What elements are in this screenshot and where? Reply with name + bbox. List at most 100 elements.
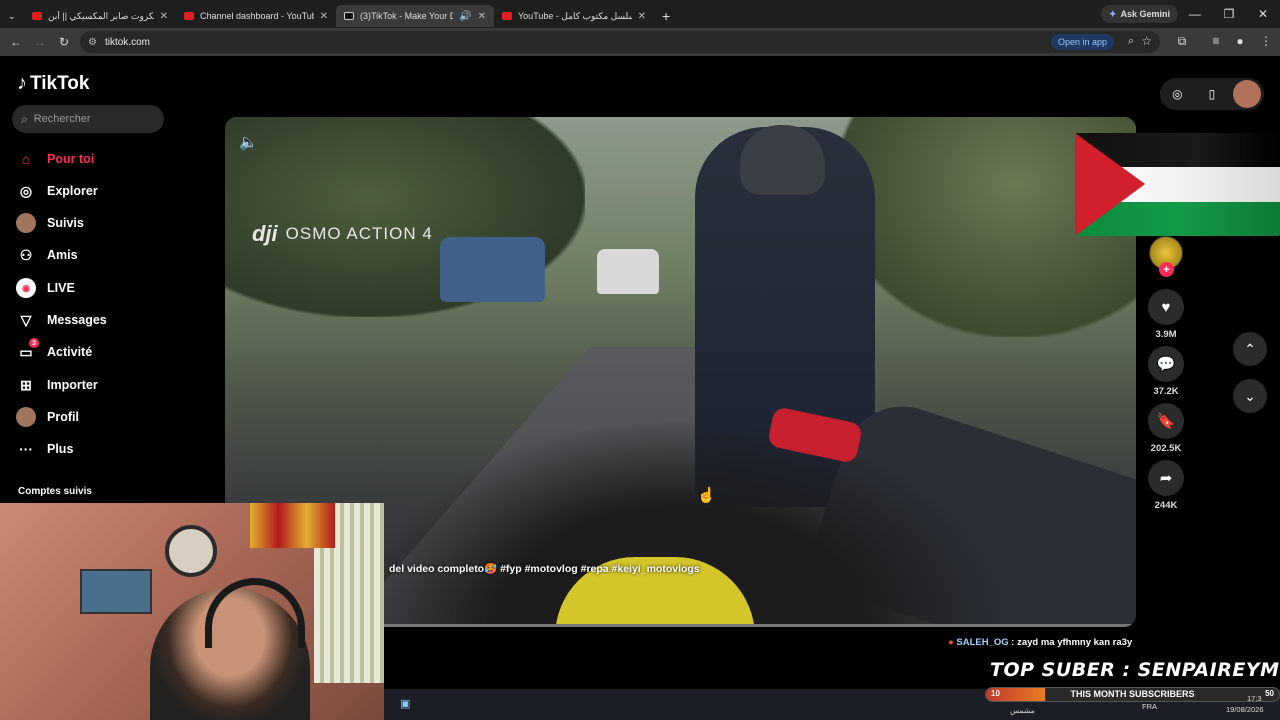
chat-message: ● SALEH_OG : zayd ma yfhmny kan ra3y [948, 637, 1132, 648]
top-right-actions: ◎ ▯ [1160, 78, 1264, 110]
browser-toolbar: ← → ↻ ⚙ tiktok.com Open in app ⌕ ☆ ⧉ ≡ ●… [0, 28, 1280, 56]
open-in-app-button[interactable]: Open in app [1050, 34, 1114, 50]
followed-accounts-heading: Comptes suivis [18, 486, 92, 497]
extensions-icon[interactable]: ⧉ [1170, 34, 1194, 49]
video-scene [740, 125, 825, 195]
browser-tab[interactable]: YouTube - مسلسل مكتوب كامل ✕ [494, 5, 654, 27]
reload-button[interactable]: ↻ [52, 35, 76, 49]
upload-icon: ⊞ [20, 376, 32, 393]
back-button[interactable]: ← [4, 35, 28, 49]
open-in-app-label: Open in app [1057, 37, 1107, 47]
flag-triangle [1075, 133, 1145, 236]
tab-title: (3)TikTok - Make Your Day [360, 11, 454, 21]
sidebar-item-label: Messages [47, 313, 107, 327]
sidebar-item-live[interactable]: ◉ LIVE [16, 276, 206, 300]
chevron-down-icon: ⌄ [8, 10, 16, 21]
chevron-up-icon: ⌃ [1244, 340, 1256, 357]
mouse-cursor-icon: ☝ [697, 487, 716, 504]
bookmark-star-icon[interactable]: ☆ [1141, 34, 1152, 48]
close-tab-icon[interactable]: ✕ [320, 11, 328, 22]
comment-icon: 💬 [1156, 356, 1176, 373]
close-tab-icon[interactable]: ✕ [478, 11, 486, 22]
sidebar-item-label: Explorer [47, 184, 98, 198]
share-button[interactable]: ➦ [1148, 460, 1184, 496]
sidebar-item-messages[interactable]: ▽ Messages [16, 308, 206, 332]
site-info-icon[interactable]: ⚙ [88, 37, 97, 48]
following-avatar-icon [16, 213, 36, 233]
top-suber-banner: TOP SUBER : SENPAIREYMES [990, 659, 1280, 681]
sidebar-item-amis[interactable]: ⚇ Amis [16, 243, 206, 267]
address-bar[interactable]: ⚙ tiktok.com Open in app ⌕ ☆ [80, 31, 1160, 53]
tab-search-dropdown[interactable]: ⌄ [0, 5, 24, 27]
profile-avatar-icon [16, 407, 36, 427]
new-tab-button[interactable]: + [654, 5, 678, 27]
more-icon: ··· [19, 441, 33, 457]
home-icon: ⌂ [21, 151, 31, 167]
activity-icon: ▭ 3 [16, 338, 39, 362]
search-placeholder: Rechercher [33, 113, 91, 125]
watermark-text: OSMO ACTION 4 [285, 224, 433, 243]
close-window-button[interactable]: ✕ [1246, 7, 1280, 21]
heart-icon: ♥ [1161, 298, 1171, 316]
phone-icon[interactable]: ▯ [1198, 80, 1226, 108]
tab-title: كسكروت صابر المكسيكي || أبن [48, 10, 154, 21]
search-icon: ⌕ [21, 111, 28, 126]
comment-button[interactable]: 💬 [1148, 346, 1184, 382]
share-count: 244K [1154, 500, 1178, 511]
sidebar-item-suivis[interactable]: Suivis [16, 211, 206, 235]
sidebar-item-pour-toi[interactable]: ⌂ Pour toi [16, 147, 206, 171]
sidebar-item-profil[interactable]: Profil [16, 405, 206, 429]
bookmark-icon: 🔖 [1156, 413, 1176, 430]
browser-menu-icon[interactable]: ⋮ [1254, 34, 1278, 48]
browser-tab[interactable]: Channel dashboard - YouTube ✕ [176, 5, 336, 27]
minimize-window-button[interactable]: — [1178, 7, 1212, 21]
webcam-scene [80, 569, 152, 614]
save-button[interactable]: 🔖 [1148, 403, 1184, 439]
chat-dot-icon: ● [948, 637, 954, 648]
profile-avatar-icon[interactable]: ● [1228, 34, 1252, 48]
tiktok-favicon-icon [344, 12, 354, 20]
sidebar-item-activité[interactable]: ▭ 3 Activité [16, 338, 206, 364]
sidebar-item-label: LIVE [47, 281, 75, 295]
restore-window-button[interactable]: ❐ [1212, 7, 1246, 21]
sidebar-item-explorer[interactable]: ◎ Explorer [16, 179, 206, 203]
sidebar-item-plus[interactable]: ··· Plus [16, 437, 206, 461]
forward-button[interactable]: → [28, 35, 52, 49]
webcam-scene [250, 503, 335, 548]
media-control-icon[interactable]: ≡ [1204, 34, 1228, 48]
browser-tab[interactable]: كسكروت صابر المكسيكي || أبن ✕ [24, 5, 176, 27]
live-icon: ◉ [16, 278, 36, 298]
zoom-icon[interactable]: ⌕ [1128, 35, 1134, 48]
clock-date[interactable]: 19/08/2026 [1226, 705, 1264, 714]
volume-icon[interactable]: 🔈 [239, 133, 258, 151]
watermark-brand: dji [252, 221, 278, 246]
tiktok-logo[interactable]: ♪ TikTok [17, 72, 89, 95]
video-scene [440, 237, 545, 302]
next-video-button[interactable]: ⌄ [1233, 379, 1267, 413]
speaker-icon[interactable]: 🔊 [459, 11, 471, 22]
follow-plus-button[interactable]: + [1159, 262, 1174, 277]
browser-tab-active[interactable]: (3)TikTok - Make Your Day 🔊 ✕ [336, 5, 494, 27]
save-count: 202.5K [1150, 443, 1182, 454]
ask-gemini-button[interactable]: ✦ Ask Gemini [1100, 5, 1178, 23]
taskbar-app-icon[interactable]: ▣ [400, 697, 410, 710]
messages-icon: ▽ [20, 311, 32, 328]
friends-icon: ⚇ [19, 246, 33, 263]
youtube-favicon-icon [184, 12, 194, 20]
previous-video-button[interactable]: ⌃ [1233, 332, 1267, 366]
like-button[interactable]: ♥ [1148, 289, 1184, 325]
system-tray: مشمس FRA 17:3 19/08/2026 [1010, 694, 1280, 720]
close-tab-icon[interactable]: ✕ [160, 11, 168, 22]
sidebar-item-label: Pour toi [47, 152, 95, 166]
gemini-sparkle-icon: ✦ [1108, 8, 1117, 19]
sidebar-item-importer[interactable]: ⊞ Importer [16, 373, 206, 397]
clock-time[interactable]: 17:3 [1247, 694, 1262, 703]
video-scene [597, 249, 659, 294]
browser-tab-strip: ⌄ كسكروت صابر المكسيكي || أبن ✕ Channel … [0, 0, 1280, 28]
search-input[interactable]: ⌕ Rechercher [12, 105, 164, 133]
close-tab-icon[interactable]: ✕ [638, 11, 646, 22]
user-avatar[interactable] [1232, 80, 1261, 108]
language-indicator[interactable]: FRA [1142, 702, 1157, 711]
compass-icon[interactable]: ◎ [1163, 80, 1191, 108]
sidebar-item-label: Suivis [47, 216, 84, 230]
